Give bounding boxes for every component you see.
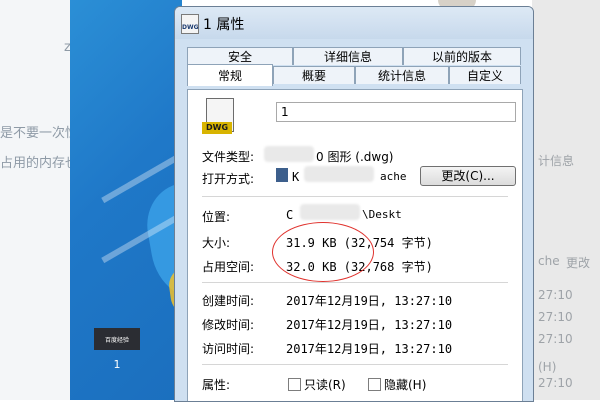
location-label: 位置:: [202, 210, 231, 224]
background-text: 占用的内存也: [0, 156, 79, 171]
tab-statistics[interactable]: 统计信息: [355, 66, 449, 84]
background-page-right: 计信息 che 更改 27:10 27:10 27:10 (H) 27:10: [532, 0, 600, 400]
divider: [202, 196, 508, 197]
background-text: 27:10: [538, 376, 573, 390]
background-text: 计信息: [538, 154, 575, 168]
modified-label: 修改时间:: [202, 318, 255, 332]
dialog-titlebar[interactable]: DWG 1 属性: [175, 7, 533, 39]
created-value: 2017年12月19日, 13:27:10: [286, 294, 453, 308]
highlight-ellipse: [272, 222, 374, 282]
open-with-value: K: [292, 170, 300, 184]
properties-dialog: DWG 1 属性 安全 详细信息 以前的版本 常规 概要 统计信息 自定义 DW…: [174, 6, 534, 402]
tab-strip: 安全 详细信息 以前的版本 常规 概要 统计信息 自定义: [175, 39, 533, 95]
background-text: 更改: [566, 256, 591, 270]
tab-custom[interactable]: 自定义: [449, 66, 521, 84]
accessed-value: 2017年12月19日, 13:27:10: [286, 342, 453, 356]
redacted-region: [264, 146, 314, 162]
readonly-checkbox[interactable]: [288, 378, 301, 391]
file-type-value: 0 图形 (.dwg): [316, 150, 394, 164]
readonly-label: 只读(R): [304, 378, 346, 392]
accessed-label: 访问时间:: [202, 342, 255, 356]
background-text: (H): [538, 360, 557, 374]
file-type-label: 文件类型:: [202, 150, 255, 164]
tab-details[interactable]: 详细信息: [293, 47, 403, 65]
divider: [202, 282, 508, 283]
change-button[interactable]: 更改(C)...: [420, 166, 516, 186]
tab-security[interactable]: 安全: [187, 47, 293, 65]
location-value: C: [286, 208, 294, 222]
general-tab-panel: DWG 1 文件类型: 0 图形 (.dwg) 打开方式: K ache 更改(…: [187, 89, 523, 401]
hidden-label: 隐藏(H): [384, 378, 427, 392]
tab-summary[interactable]: 概要: [273, 66, 355, 84]
dialog-title: 1 属性: [203, 17, 245, 33]
tab-previous-versions[interactable]: 以前的版本: [403, 47, 521, 65]
redacted-region: [300, 204, 360, 220]
location-value-tail: \Deskt: [362, 208, 402, 221]
file-name-input[interactable]: 1: [276, 102, 516, 122]
desktop-file-icon[interactable]: 百度经验 1: [94, 328, 140, 371]
size-label: 大小:: [202, 236, 231, 250]
desktop-file-thumbnail: 百度经验: [94, 328, 140, 350]
size-on-disk-label: 占用空间:: [202, 260, 255, 274]
background-text: 是不要一次性: [0, 126, 79, 141]
background-text: 27:10: [538, 332, 573, 346]
dwg-file-icon: DWG: [181, 14, 199, 34]
program-icon: [276, 168, 288, 182]
tab-general[interactable]: 常规: [187, 64, 273, 86]
attributes-label: 属性:: [202, 378, 231, 392]
redacted-region: [304, 166, 374, 182]
dwg-file-icon: DWG: [202, 98, 236, 136]
modified-value: 2017年12月19日, 13:27:10: [286, 318, 453, 332]
created-label: 创建时间:: [202, 294, 255, 308]
dwg-badge: DWG: [202, 122, 232, 134]
desktop-file-label: 1: [113, 358, 121, 371]
open-with-label: 打开方式:: [202, 172, 255, 186]
hidden-checkbox[interactable]: [368, 378, 381, 391]
divider: [202, 364, 508, 365]
open-with-value-tail: ache: [380, 170, 407, 183]
background-text: 27:10: [538, 310, 573, 324]
background-text: che: [538, 254, 560, 268]
background-text: 27:10: [538, 288, 573, 302]
background-page-left: z 是不要一次性 占用的内存也: [0, 0, 78, 400]
